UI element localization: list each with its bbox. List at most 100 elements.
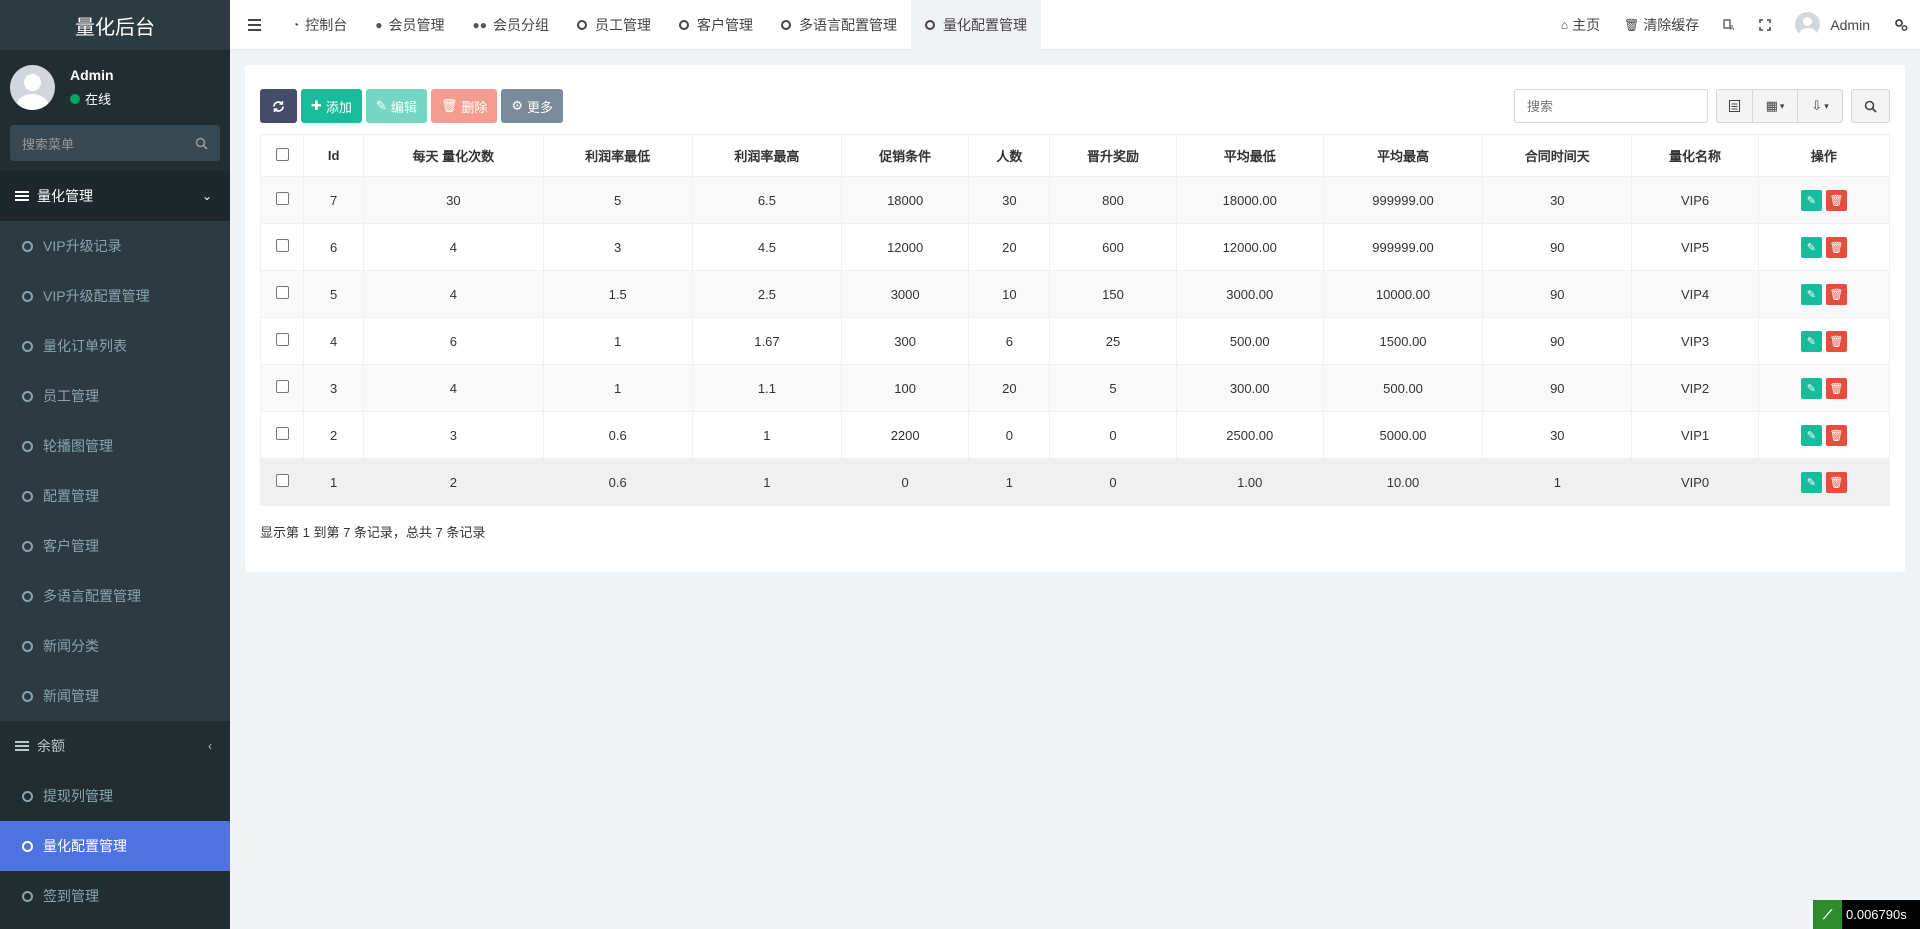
sidebar-toggle-icon[interactable] — [230, 0, 278, 50]
column-header[interactable]: 利润率最低 — [542, 134, 693, 177]
table-row[interactable]: 2 3 0.6 1 2200 0 0 2500.00 5000.00 30 VIP1 ✎ 🗑 — [259, 411, 1891, 459]
checkbox-cell[interactable] — [259, 223, 305, 271]
table-icon — [1729, 100, 1740, 112]
sidebar-item[interactable]: VIP升级配置管理 — [0, 271, 230, 321]
edit-button[interactable]: ✎ 编辑 — [365, 89, 427, 123]
sidebar-item[interactable]: 配置管理 — [0, 471, 230, 521]
column-header[interactable]: 每天 量化次数 — [363, 134, 544, 177]
column-header[interactable]: 操作 — [1757, 134, 1891, 177]
tab-5[interactable]: 多语言配置管理 — [767, 0, 911, 50]
circle-icon — [22, 290, 33, 302]
column-header[interactable]: 促销条件 — [841, 134, 970, 177]
fullscreen-icon[interactable] — [1747, 0, 1783, 50]
refresh-button[interactable] — [260, 89, 297, 123]
row-edit-icon[interactable]: ✎ — [1800, 283, 1822, 305]
circle-icon — [577, 19, 587, 30]
table-row[interactable]: 6 4 3 4.5 12000 20 600 12000.00 999999.00 90 VIP5 ✎… — [259, 223, 1891, 271]
checkbox-cell[interactable] — [259, 270, 305, 318]
export-button[interactable]: ⇩ ▾ — [1798, 89, 1843, 123]
row-checkbox[interactable] — [275, 239, 289, 252]
advanced-search-button[interactable] — [1851, 89, 1890, 123]
column-header[interactable]: 平均最低 — [1175, 134, 1324, 177]
menu-search-input[interactable]: 搜索菜单 — [10, 125, 220, 161]
table-cell: 0 — [1049, 411, 1177, 459]
clear-cache-button[interactable]: 🗑 清除缓存 — [1612, 0, 1711, 50]
tab-3[interactable]: 员工管理 — [563, 0, 665, 50]
row-checkbox[interactable] — [275, 192, 289, 205]
sidebar-item[interactable]: 量化订单列表 — [0, 321, 230, 371]
user-menu[interactable]: Admin — [1783, 0, 1882, 50]
select-all-checkbox[interactable] — [275, 147, 289, 161]
toggle-view-button[interactable] — [1716, 89, 1753, 123]
row-checkbox[interactable] — [275, 333, 289, 346]
checkbox-cell[interactable] — [259, 176, 305, 224]
brand-logo[interactable]: 量化后台 — [0, 0, 230, 50]
sidebar-item[interactable]: 新闻分类 — [0, 621, 230, 671]
table-row[interactable]: 5 4 1.5 2.5 3000 10 150 3000.00 10000.00 90 VIP4 ✎ 🗑 — [259, 270, 1891, 318]
sidebar-item[interactable]: VIP升级记录 — [0, 221, 230, 271]
svg-text:A: A — [1730, 24, 1735, 31]
row-delete-icon[interactable]: 🗑 — [1825, 424, 1847, 446]
row-delete-icon[interactable]: 🗑 — [1825, 283, 1847, 305]
table-cell: 1.5 — [542, 270, 693, 318]
column-header[interactable]: Id — [303, 134, 365, 177]
tab-4[interactable]: 客户管理 — [665, 0, 767, 50]
tab-2[interactable]: ●● 会员分组 — [459, 0, 564, 50]
menu-quant-management[interactable]: 量化管理 ⌄ — [0, 171, 230, 221]
row-edit-icon[interactable]: ✎ — [1800, 330, 1822, 352]
more-button[interactable]: ⚙ 更多 — [501, 89, 564, 123]
row-edit-icon[interactable]: ✎ — [1800, 189, 1822, 211]
checkbox-cell[interactable] — [259, 317, 305, 365]
columns-button[interactable]: ▦ ▾ — [1753, 89, 1798, 123]
row-delete-icon[interactable]: 🗑 — [1825, 236, 1847, 258]
add-button[interactable]: ✚ 添加 — [301, 89, 362, 123]
delete-button[interactable]: 🗑 删除 — [430, 89, 498, 123]
column-header[interactable]: 晋升奖励 — [1049, 134, 1177, 177]
tab-6[interactable]: 量化配置管理 — [911, 0, 1041, 50]
sidebar-item[interactable]: 员工管理 — [0, 371, 230, 421]
row-edit-icon[interactable]: ✎ — [1800, 377, 1822, 399]
sidebar-item[interactable]: 提现列管理 — [0, 771, 230, 821]
sidebar-item[interactable]: 新闻管理 — [0, 671, 230, 721]
download-icon: ⇩ — [1811, 98, 1823, 113]
row-delete-icon[interactable]: 🗑 — [1825, 189, 1847, 211]
checkbox-cell[interactable] — [259, 364, 305, 412]
row-edit-icon[interactable]: ✎ — [1800, 424, 1822, 446]
column-header[interactable]: 平均最高 — [1322, 134, 1484, 177]
home-link[interactable]: ⌂ 主页 — [1549, 0, 1612, 50]
tab-1[interactable]: ● 会员管理 — [361, 0, 458, 50]
checkbox-cell[interactable] — [259, 458, 305, 506]
menu-balance[interactable]: 余额 ‹ — [0, 721, 230, 771]
sidebar-item[interactable]: 轮播图管理 — [0, 421, 230, 471]
tab-0[interactable]: ◔ 控制台 — [278, 0, 361, 50]
row-delete-icon[interactable]: 🗑 — [1825, 330, 1847, 352]
select-all-cell[interactable] — [259, 134, 305, 177]
column-header[interactable]: 人数 — [968, 134, 1051, 177]
row-edit-icon[interactable]: ✎ — [1800, 236, 1822, 258]
column-header[interactable]: 利润率最高 — [691, 134, 843, 177]
row-delete-icon[interactable]: 🗑 — [1825, 471, 1847, 493]
row-checkbox[interactable] — [275, 474, 289, 487]
row-checkbox[interactable] — [275, 427, 289, 440]
checkbox-cell[interactable] — [259, 411, 305, 459]
circle-icon — [22, 240, 33, 252]
row-checkbox[interactable] — [275, 286, 289, 299]
settings-gear-icon[interactable] — [1882, 0, 1920, 50]
table-row[interactable]: 4 6 1 1.67 300 6 25 500.00 1500.00 90 VIP3 ✎ 🗑 — [259, 317, 1891, 365]
table-row[interactable]: 3 4 1 1.1 100 20 5 300.00 500.00 90 VIP2 ✎ 🗑 — [259, 364, 1891, 412]
language-icon[interactable]: A — [1711, 0, 1747, 50]
sidebar-item[interactable]: 签到管理 — [0, 871, 230, 921]
sidebar-item-active[interactable]: 量化配置管理 — [0, 821, 230, 871]
row-delete-icon[interactable]: 🗑 — [1825, 377, 1847, 399]
column-header[interactable]: 合同时间天 — [1482, 134, 1633, 177]
column-header[interactable]: 量化名称 — [1631, 134, 1759, 177]
circle-icon — [22, 390, 33, 402]
table-row[interactable]: 1 2 0.6 1 0 1 0 1.00 10.00 1 VIP0 ✎ 🗑 — [259, 458, 1891, 506]
table-row[interactable]: 7 30 5 6.5 18000 30 800 18000.00 999999.00 30 VIP6… — [259, 176, 1891, 224]
sidebar-item[interactable]: 多语言配置管理 — [0, 571, 230, 621]
sidebar-item[interactable]: 客户管理 — [0, 521, 230, 571]
row-edit-icon[interactable]: ✎ — [1800, 471, 1822, 493]
search-icon[interactable] — [195, 137, 208, 150]
table-search-input[interactable] — [1514, 89, 1708, 123]
row-checkbox[interactable] — [275, 380, 289, 393]
